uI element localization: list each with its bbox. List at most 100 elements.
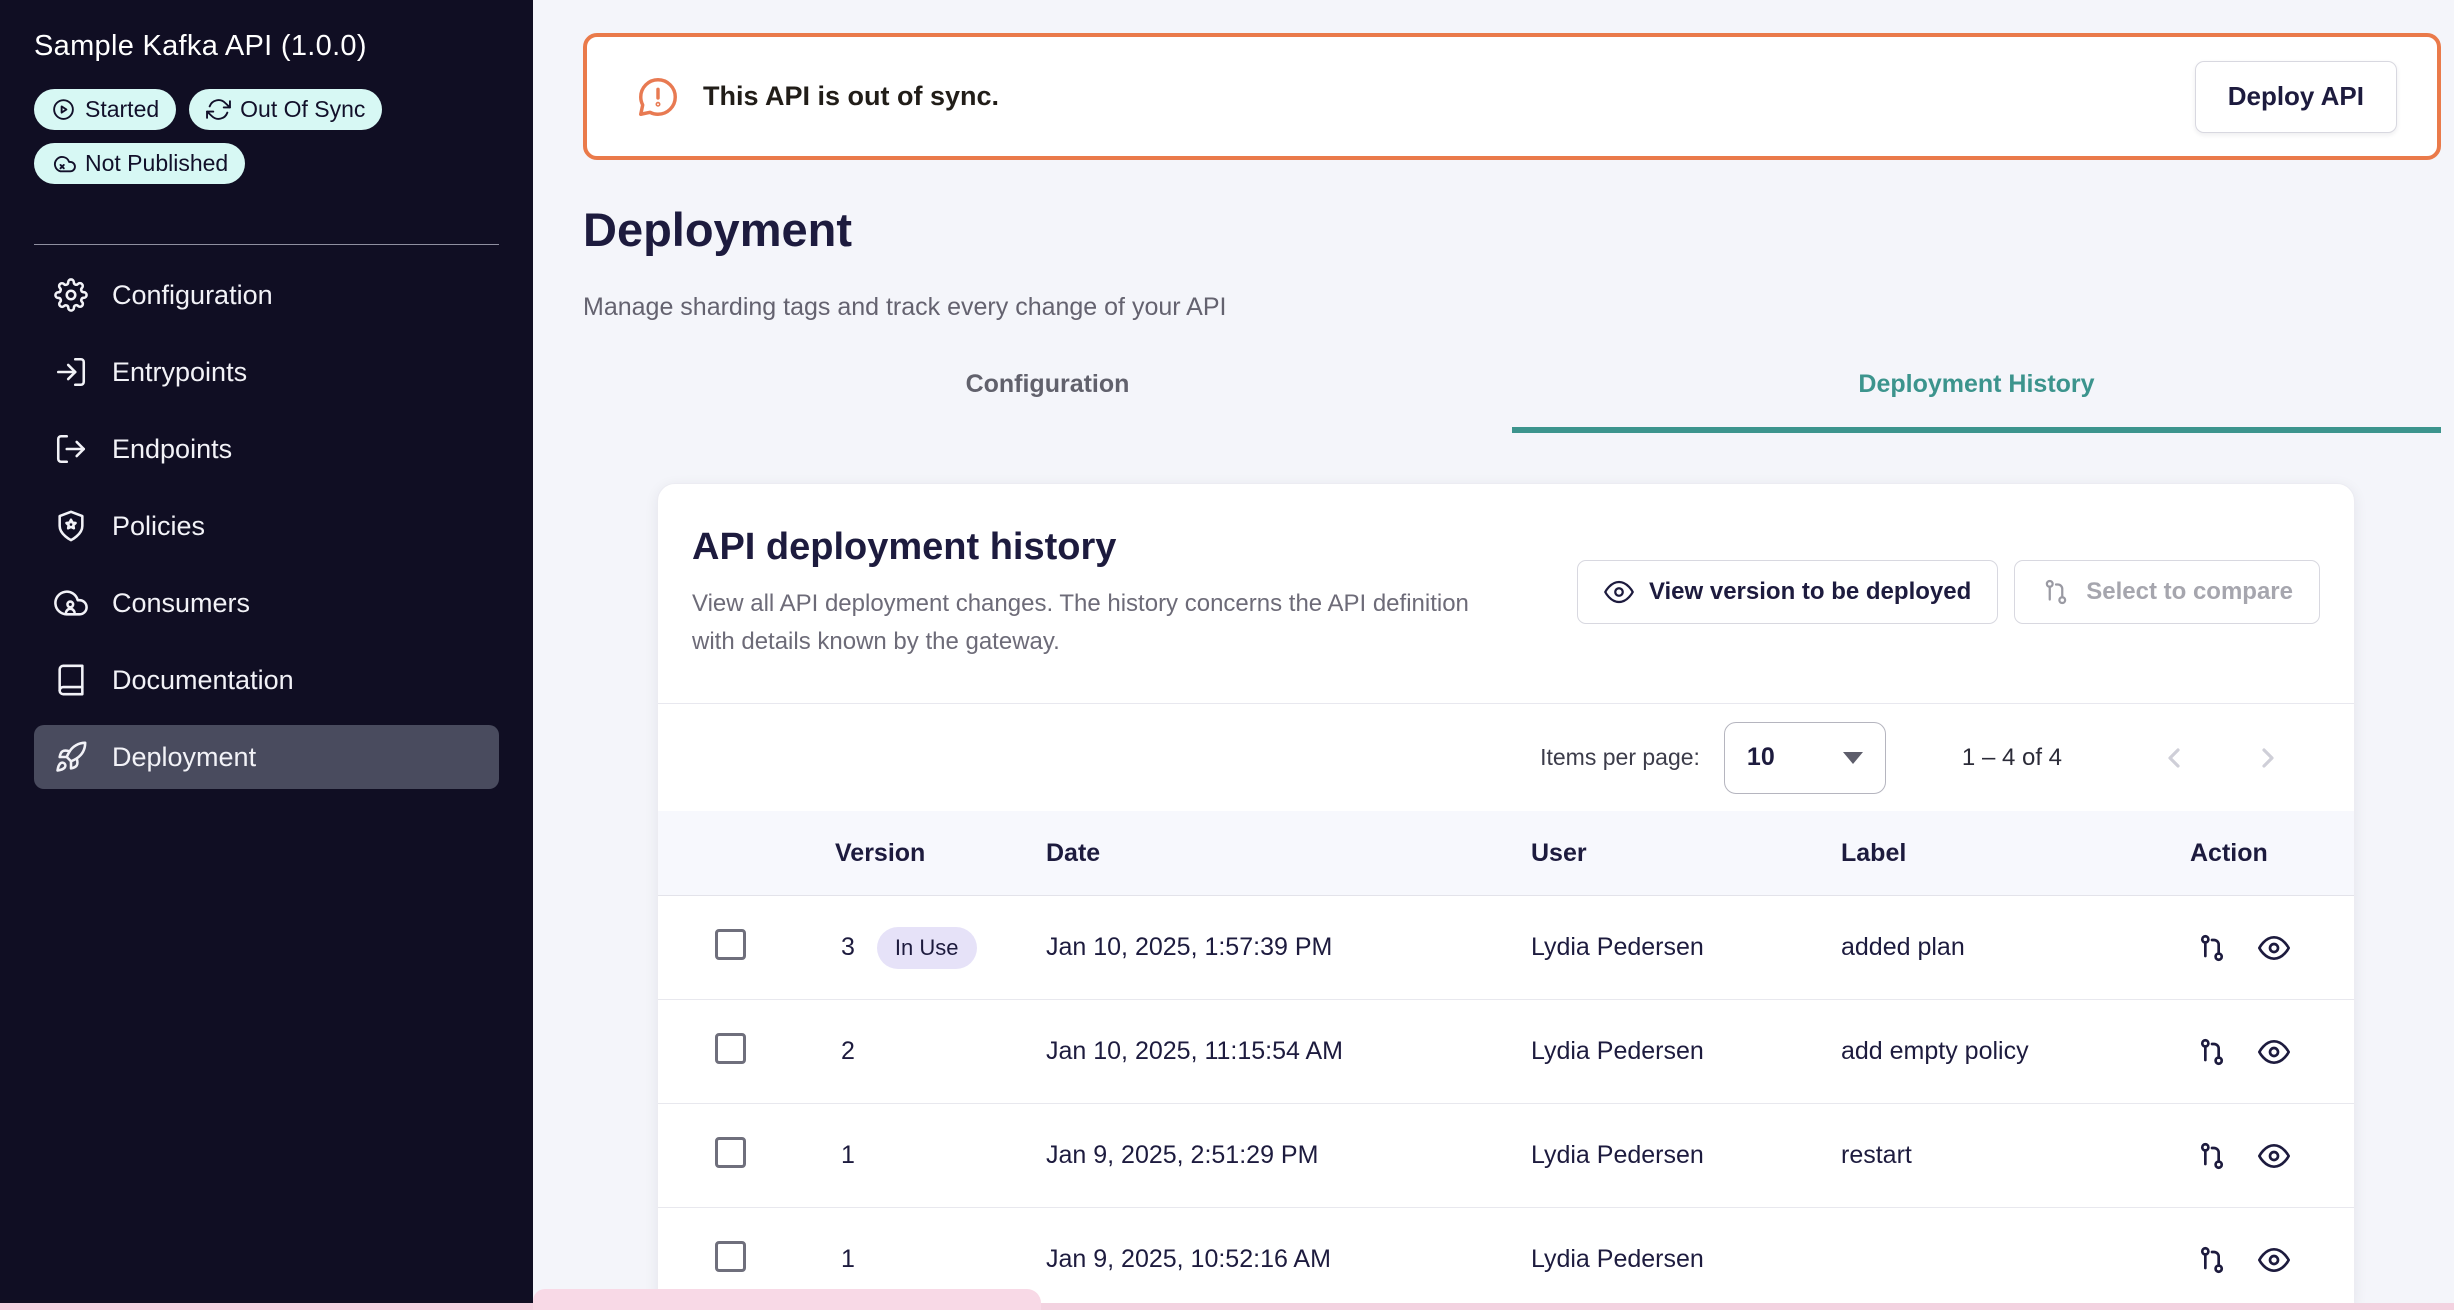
items-per-page-value: 10 xyxy=(1747,743,1775,772)
sidebar-item-label: Endpoints xyxy=(112,434,232,465)
deployment-date: Jan 10, 2025, 1:57:39 PM xyxy=(1046,933,1531,962)
column-header-user: User xyxy=(1531,839,1841,868)
pagination-arrows xyxy=(2158,742,2284,774)
select-to-compare-label: Select to compare xyxy=(2086,578,2293,606)
eye-icon[interactable] xyxy=(2258,932,2290,964)
row-actions xyxy=(2182,1244,2354,1276)
sidebar-item-consumers[interactable]: Consumers xyxy=(34,571,499,635)
select-to-compare-button[interactable]: Select to compare xyxy=(2014,560,2320,624)
status-badge-not-published: Not Published xyxy=(34,143,245,184)
sidebar-item-policies[interactable]: Policies xyxy=(34,494,499,558)
deployment-label: restart xyxy=(1841,1141,2182,1170)
view-version-button[interactable]: View version to be deployed xyxy=(1577,560,1998,624)
bottom-overlay-strip xyxy=(0,1303,2454,1310)
compare-icon[interactable] xyxy=(2196,1244,2228,1276)
sidebar-item-label: Entrypoints xyxy=(112,357,247,388)
badge-label: Out Of Sync xyxy=(240,96,365,123)
page-subtitle: Manage sharding tags and track every cha… xyxy=(583,293,2441,322)
version-number: 3 xyxy=(841,933,855,962)
sidebar-divider xyxy=(34,244,499,245)
card-header-actions: View version to be deployed Select to co… xyxy=(1577,560,2320,661)
card-title: API deployment history xyxy=(692,526,1512,569)
deployment-date: Jan 10, 2025, 11:15:54 AM xyxy=(1046,1037,1531,1066)
pagination-range: 1 – 4 of 4 xyxy=(1962,744,2062,772)
chevron-left-icon[interactable] xyxy=(2158,742,2190,774)
column-header-version: Version xyxy=(835,839,1046,868)
table-row: 1 Jan 9, 2025, 2:51:29 PM Lydia Pedersen… xyxy=(658,1104,2354,1208)
deployment-user: Lydia Pedersen xyxy=(1531,1141,1841,1170)
sidebar: Sample Kafka API (1.0.0) Started Out Of … xyxy=(0,0,533,1310)
row-checkbox[interactable] xyxy=(715,1241,746,1272)
eye-icon xyxy=(1604,577,1634,607)
rocket-icon xyxy=(54,740,88,774)
shield-star-icon xyxy=(54,509,88,543)
cloud-user-icon xyxy=(54,586,88,620)
row-checkbox[interactable] xyxy=(715,929,746,960)
eye-icon[interactable] xyxy=(2258,1036,2290,1068)
sidebar-item-deployment[interactable]: Deployment xyxy=(34,725,499,789)
column-header-action: Action xyxy=(2182,839,2354,868)
deployment-user: Lydia Pedersen xyxy=(1531,1037,1841,1066)
out-of-sync-banner: This API is out of sync. Deploy API xyxy=(583,33,2441,160)
sidebar-item-documentation[interactable]: Documentation xyxy=(34,648,499,712)
page-title: Deployment xyxy=(583,202,2441,257)
table-header-row: Version Date User Label Action xyxy=(658,811,2354,896)
status-badge-started: Started xyxy=(34,89,176,130)
sidebar-item-entrypoints[interactable]: Entrypoints xyxy=(34,340,499,404)
row-checkbox[interactable] xyxy=(715,1137,746,1168)
in-use-badge: In Use xyxy=(877,927,977,969)
eye-icon[interactable] xyxy=(2258,1244,2290,1276)
row-checkbox[interactable] xyxy=(715,1033,746,1064)
deployment-label: add empty policy xyxy=(1841,1037,2182,1066)
compare-icon[interactable] xyxy=(2196,932,2228,964)
items-per-page-select[interactable]: 10 xyxy=(1724,722,1886,794)
deployment-label: added plan xyxy=(1841,933,2182,962)
items-per-page-label: Items per page: xyxy=(1540,744,1700,771)
eye-icon[interactable] xyxy=(2258,1140,2290,1172)
card-header-text: API deployment history View all API depl… xyxy=(692,526,1512,661)
sidebar-menu: Configuration Entrypoints Endpoints xyxy=(34,263,499,789)
book-icon xyxy=(54,663,88,697)
version-number: 2 xyxy=(841,1037,855,1066)
sidebar-item-label: Consumers xyxy=(112,588,250,619)
app-window: Sample Kafka API (1.0.0) Started Out Of … xyxy=(0,0,2454,1310)
column-header-date: Date xyxy=(1046,839,1531,868)
sidebar-item-configuration[interactable]: Configuration xyxy=(34,263,499,327)
compare-icon[interactable] xyxy=(2196,1140,2228,1172)
view-version-label: View version to be deployed xyxy=(1649,578,1971,606)
sync-icon xyxy=(206,97,231,122)
table-row: 3 In Use Jan 10, 2025, 1:57:39 PM Lydia … xyxy=(658,896,2354,1000)
paginator: Items per page: 10 1 – 4 of 4 xyxy=(658,703,2354,811)
compare-icon[interactable] xyxy=(2196,1036,2228,1068)
sidebar-item-label: Policies xyxy=(112,511,205,542)
row-actions xyxy=(2182,1140,2354,1172)
main-content: This API is out of sync. Deploy API Depl… xyxy=(533,0,2454,1310)
card-header: API deployment history View all API depl… xyxy=(658,484,2354,661)
play-circle-icon xyxy=(51,97,76,122)
badge-label: Started xyxy=(85,96,159,123)
sidebar-item-label: Deployment xyxy=(112,742,256,773)
deployment-user: Lydia Pedersen xyxy=(1531,1245,1841,1274)
banner-message: This API is out of sync. xyxy=(703,81,2195,112)
status-badge-out-of-sync: Out Of Sync xyxy=(189,89,382,130)
deploy-api-button[interactable]: Deploy API xyxy=(2195,61,2397,133)
sidebar-item-endpoints[interactable]: Endpoints xyxy=(34,417,499,481)
version-number: 1 xyxy=(841,1245,855,1274)
badge-label: Not Published xyxy=(85,150,228,177)
chevron-down-icon xyxy=(1843,752,1863,764)
sidebar-item-label: Configuration xyxy=(112,280,273,311)
deployment-date: Jan 9, 2025, 2:51:29 PM xyxy=(1046,1141,1531,1170)
arrow-out-of-box-icon xyxy=(54,432,88,466)
chevron-right-icon[interactable] xyxy=(2252,742,2284,774)
api-title: Sample Kafka API (1.0.0) xyxy=(34,30,499,63)
cloud-x-icon xyxy=(51,151,76,176)
bottom-overlay-blob xyxy=(533,1289,1041,1310)
row-actions xyxy=(2182,932,2354,964)
arrow-into-box-icon xyxy=(54,355,88,389)
deployment-date: Jan 9, 2025, 10:52:16 AM xyxy=(1046,1245,1531,1274)
tab-configuration[interactable]: Configuration xyxy=(583,370,1512,433)
gear-icon xyxy=(54,278,88,312)
api-status-badges: Started Out Of Sync Not Published xyxy=(34,89,499,184)
tab-deployment-history[interactable]: Deployment History xyxy=(1512,370,2441,433)
sidebar-item-label: Documentation xyxy=(112,665,294,696)
